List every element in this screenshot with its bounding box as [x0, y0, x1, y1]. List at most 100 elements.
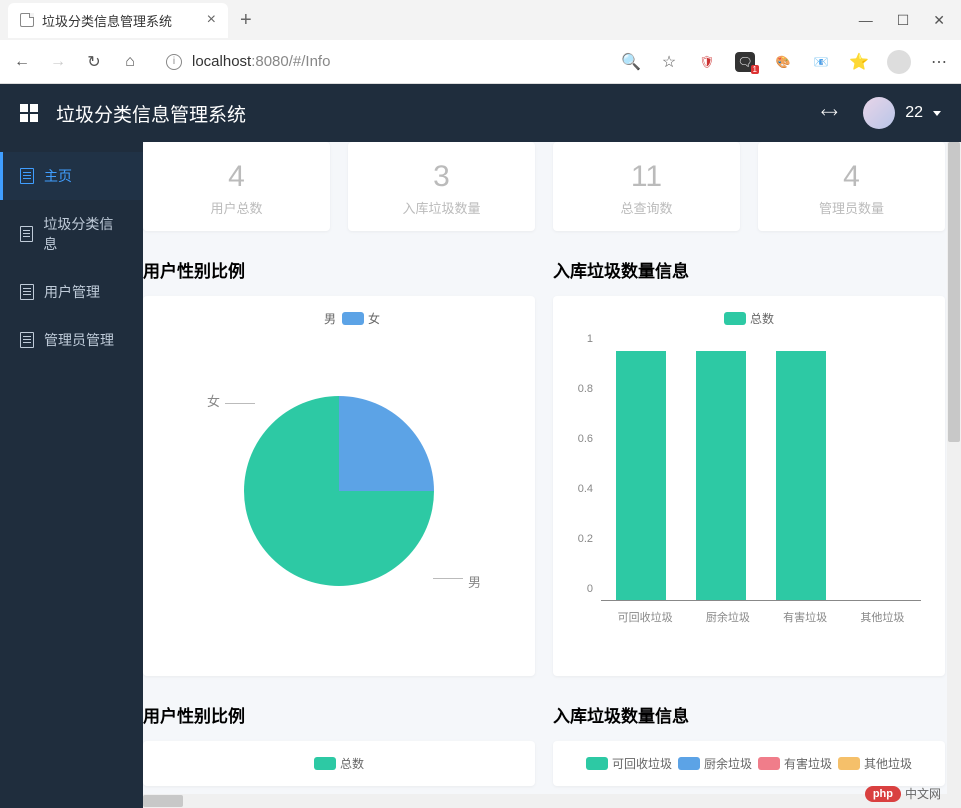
maximize-button[interactable]: ☐: [897, 12, 910, 29]
swatch-icon: [586, 757, 608, 770]
document-icon: [20, 226, 33, 242]
legend-item[interactable]: 可回收垃圾: [586, 755, 672, 772]
chart-title: 入库垃圾数量信息: [553, 247, 945, 296]
stat-label: 总查询数: [563, 198, 730, 217]
menu-grid-icon[interactable]: [20, 104, 38, 122]
legend-item[interactable]: 厨余垃圾: [678, 755, 752, 772]
stat-value: 3: [358, 160, 525, 194]
window-controls: — ☐ ✕: [859, 12, 961, 29]
extension-icon-2[interactable]: 🎨: [773, 52, 793, 72]
app-header: 垃圾分类信息管理系统 ⤢ 22: [0, 84, 961, 142]
site-info-icon[interactable]: i: [166, 54, 182, 70]
home-button[interactable]: ⌂: [120, 52, 140, 72]
tab-title: 垃圾分类信息管理系统: [42, 11, 172, 30]
extension-icon-3[interactable]: 📧: [811, 52, 831, 72]
chart-title: 入库垃圾数量信息: [553, 692, 945, 741]
sidebar-item-label: 主页: [44, 166, 72, 186]
stat-label: 管理员数量: [768, 198, 935, 217]
stat-value: 4: [768, 160, 935, 194]
legend-item[interactable]: 男: [298, 310, 336, 327]
user-menu[interactable]: 22: [863, 97, 941, 129]
stat-label: 入库垃圾数量: [358, 198, 525, 217]
swatch-icon: [342, 312, 364, 325]
swatch-icon: [838, 757, 860, 770]
legend: 总数: [157, 751, 521, 776]
close-tab-icon[interactable]: ×: [207, 11, 216, 29]
sidebar-item-label: 用户管理: [44, 282, 100, 302]
stat-card-users: 4 用户总数: [143, 142, 330, 231]
stat-value: 11: [563, 160, 730, 194]
horizontal-scrollbar[interactable]: [143, 794, 947, 808]
swatch-icon: [758, 757, 780, 770]
back-button[interactable]: ←: [12, 52, 32, 72]
profile-icon[interactable]: [887, 50, 911, 74]
document-icon: [20, 332, 34, 348]
pie-slice: [244, 396, 434, 586]
leader-line: [433, 578, 463, 579]
stat-value: 4: [153, 160, 320, 194]
more-icon[interactable]: ⋯: [929, 52, 949, 72]
plot-area: [601, 351, 921, 601]
legend-item[interactable]: 其他垃圾: [838, 755, 912, 772]
swatch-icon: [314, 757, 336, 770]
php-badge: php: [865, 786, 901, 802]
pie-chart: 女 男: [157, 331, 521, 651]
swatch-icon: [298, 312, 320, 325]
legend-item[interactable]: 有害垃圾: [758, 755, 832, 772]
url-input[interactable]: i localhost:8080/#/Info: [156, 49, 605, 74]
legend: 总数: [567, 306, 931, 331]
leader-line: [225, 403, 255, 404]
legend-item[interactable]: 女: [342, 310, 380, 327]
url-text: localhost:8080/#/Info: [192, 53, 330, 70]
chart-card: 总数: [143, 741, 535, 786]
vertical-scrollbar[interactable]: [947, 142, 961, 808]
pie-label-female: 女: [207, 391, 220, 410]
scrollbar-thumb[interactable]: [948, 142, 960, 442]
stat-card-admins: 4 管理员数量: [758, 142, 945, 231]
chart-gender-ratio-2: 用户性别比例 总数: [143, 692, 535, 786]
chart-title: 用户性别比例: [143, 692, 535, 741]
minimize-button[interactable]: —: [859, 12, 873, 29]
sidebar-item-home[interactable]: 主页: [0, 152, 143, 200]
sidebar-item-label: 管理员管理: [44, 330, 114, 350]
stat-card-queries: 11 总查询数: [553, 142, 740, 231]
address-bar: ← → ↻ ⌂ i localhost:8080/#/Info 🔍 ☆ 🛡 🗨1…: [0, 40, 961, 84]
chart-title: 用户性别比例: [143, 247, 535, 296]
extension-icon[interactable]: 🗨1: [735, 52, 755, 72]
watermark-text: 中文网: [905, 785, 941, 802]
sidebar-item-user-mgmt[interactable]: 用户管理: [0, 268, 143, 316]
chart-gender-ratio: 用户性别比例 男 女 女 男: [143, 247, 535, 676]
chart-garbage-count-2: 入库垃圾数量信息 可回收垃圾 厨余垃圾 有害垃圾 其他垃圾: [553, 692, 945, 786]
scrollbar-thumb[interactable]: [143, 795, 183, 807]
bar: [696, 351, 746, 600]
close-window-button[interactable]: ✕: [933, 12, 945, 29]
stat-label: 用户总数: [153, 198, 320, 217]
swatch-icon: [678, 757, 700, 770]
favorite-icon[interactable]: ☆: [659, 52, 679, 72]
forward-button[interactable]: →: [48, 52, 68, 72]
document-icon: [20, 284, 34, 300]
app: 垃圾分类信息管理系统 ⤢ 22 主页 垃圾分类信息 用户管理: [0, 84, 961, 808]
main-content[interactable]: 4 用户总数 3 入库垃圾数量 11 总查询数 4 管理员数量: [143, 142, 961, 808]
watermark: php 中文网: [865, 785, 941, 802]
favorites-list-icon[interactable]: ⭐: [849, 52, 869, 72]
browser-chrome: 垃圾分类信息管理系统 × + — ☐ ✕ ← → ↻ ⌂ i localhost…: [0, 0, 961, 84]
sidebar-item-admin-mgmt[interactable]: 管理员管理: [0, 316, 143, 364]
ublock-ext-icon[interactable]: 🛡: [697, 52, 717, 72]
new-tab-button[interactable]: +: [228, 9, 264, 32]
browser-tab[interactable]: 垃圾分类信息管理系统 ×: [8, 3, 228, 38]
charts-row-1: 用户性别比例 男 女 女 男: [143, 247, 945, 692]
bar: [776, 351, 826, 600]
sidebar-item-garbage-info[interactable]: 垃圾分类信息: [0, 200, 143, 268]
user-label: 22: [905, 104, 923, 122]
refresh-button[interactable]: ↻: [84, 52, 104, 72]
chart-card: 男 女 女 男: [143, 296, 535, 676]
fullscreen-icon[interactable]: ⤢: [818, 102, 840, 124]
chevron-down-icon: [933, 111, 941, 116]
chart-card: 总数 0 0.2 0.4 0.6 0.8 1: [553, 296, 945, 676]
document-icon: [20, 168, 34, 184]
legend-item[interactable]: 总数: [724, 310, 774, 327]
app-body: 主页 垃圾分类信息 用户管理 管理员管理 4 用户总数: [0, 142, 961, 808]
search-icon[interactable]: 🔍: [621, 52, 641, 72]
legend-item[interactable]: 总数: [314, 755, 364, 772]
